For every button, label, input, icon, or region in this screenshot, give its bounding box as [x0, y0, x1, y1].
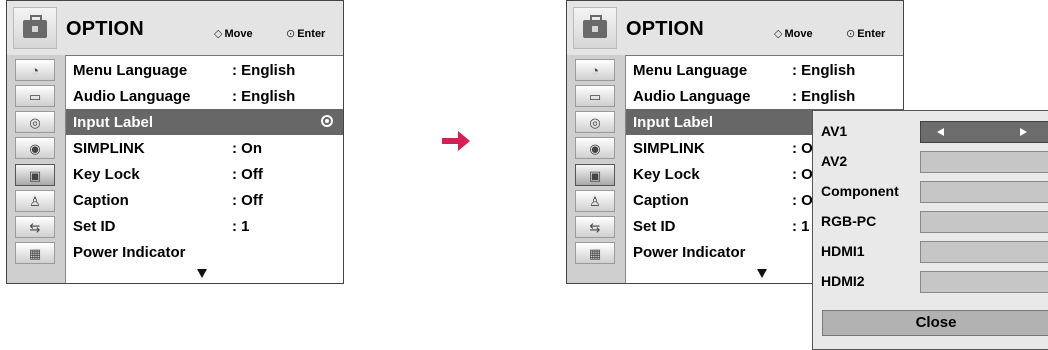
menu-row-power-indicator[interactable]: Power Indicator — [66, 239, 343, 265]
usb-icon[interactable]: ⇆ — [15, 216, 55, 238]
label-selector[interactable] — [920, 121, 1048, 143]
picture-icon[interactable]: ◔ — [575, 59, 615, 81]
enter-button-icon: ⊙ — [286, 28, 296, 40]
menu-row-set-id[interactable]: Set ID : 1 — [66, 213, 343, 239]
menu-title: OPTION — [626, 18, 704, 40]
option-icon[interactable]: ▣ — [15, 164, 55, 186]
transition-arrow-icon — [442, 131, 470, 151]
usb-icon[interactable]: ⇆ — [575, 216, 615, 238]
menu-row-input-label[interactable]: Input Label — [66, 109, 343, 135]
menu-row-caption[interactable]: Caption : Off — [66, 187, 343, 213]
input-row-hdmi2[interactable]: HDMI2 — [813, 265, 1048, 295]
audio-icon[interactable]: ▭ — [15, 85, 55, 107]
option-menu-before: OPTION ◇ Move ⊙ Enter ◔ ▭ ◎ ◉ ▣ ♙ ⇆ ▦ Menu… — [6, 0, 344, 284]
category-sidebar: ◔ ▭ ◎ ◉ ▣ ♙ ⇆ ▦ — [567, 55, 626, 283]
picture-icon[interactable]: ◔ — [15, 59, 55, 81]
input-row-av1[interactable]: AV1 — [813, 115, 1048, 145]
input-icon[interactable]: ♙ — [15, 190, 55, 212]
menu-header: OPTION ◇ Move ⊙ Enter — [7, 1, 343, 56]
move-arrows-icon: ◇ — [774, 28, 783, 40]
menu-row-audio-language[interactable]: Audio Language : English — [626, 83, 903, 109]
move-arrows-icon: ◇ — [214, 28, 223, 40]
category-sidebar: ◔ ▭ ◎ ◉ ▣ ♙ ⇆ ▦ — [7, 55, 66, 283]
input-row-av2[interactable]: AV2 — [813, 145, 1048, 175]
lock-icon[interactable]: ◉ — [15, 137, 55, 159]
input-row-component[interactable]: Component — [813, 175, 1048, 205]
option-toolbox-icon — [13, 7, 57, 49]
enter-hint: ⊙ Enter — [286, 28, 326, 40]
move-hint: ◇ Move — [774, 28, 813, 40]
menu-row-audio-language[interactable]: Audio Language : English — [66, 83, 343, 109]
label-selector[interactable] — [920, 211, 1048, 233]
right-arrow-icon[interactable] — [1020, 128, 1027, 136]
time-icon[interactable]: ◎ — [15, 111, 55, 133]
input-row-hdmi1[interactable]: HDMI1 — [813, 235, 1048, 265]
move-hint: ◇ Move — [214, 28, 253, 40]
input-icon[interactable]: ♙ — [575, 190, 615, 212]
menu-header: OPTION ◇ Move ⊙ Enter — [567, 1, 903, 56]
audio-icon[interactable]: ▭ — [575, 85, 615, 107]
menu-row-simplink[interactable]: SIMPLINK : On — [66, 135, 343, 161]
label-selector[interactable] — [920, 151, 1048, 173]
left-arrow-icon[interactable] — [937, 128, 944, 136]
menu-title: OPTION — [66, 18, 144, 40]
enter-button-icon: ⊙ — [846, 28, 856, 40]
close-button[interactable]: Close — [822, 310, 1048, 336]
option-toolbox-icon — [573, 7, 617, 49]
input-label-popup: AV1 AV2 Component RGB-PC HDMI1 HDMI2 Clo… — [812, 110, 1048, 350]
option-icon[interactable]: ▣ — [575, 164, 615, 186]
enter-radio-icon — [321, 115, 333, 127]
time-icon[interactable]: ◎ — [575, 111, 615, 133]
label-selector[interactable] — [920, 271, 1048, 293]
menu-row-menu-language[interactable]: Menu Language : English — [66, 57, 343, 83]
label-selector[interactable] — [920, 241, 1048, 263]
scroll-down-icon[interactable] — [197, 269, 207, 278]
label-selector[interactable] — [920, 181, 1048, 203]
photo-icon[interactable]: ▦ — [15, 242, 55, 264]
scroll-down-icon[interactable] — [757, 269, 767, 278]
menu-row-menu-language[interactable]: Menu Language : English — [626, 57, 903, 83]
enter-hint: ⊙ Enter — [846, 28, 886, 40]
photo-icon[interactable]: ▦ — [575, 242, 615, 264]
lock-icon[interactable]: ◉ — [575, 137, 615, 159]
input-row-rgb-pc[interactable]: RGB-PC — [813, 205, 1048, 235]
menu-row-key-lock[interactable]: Key Lock : Off — [66, 161, 343, 187]
